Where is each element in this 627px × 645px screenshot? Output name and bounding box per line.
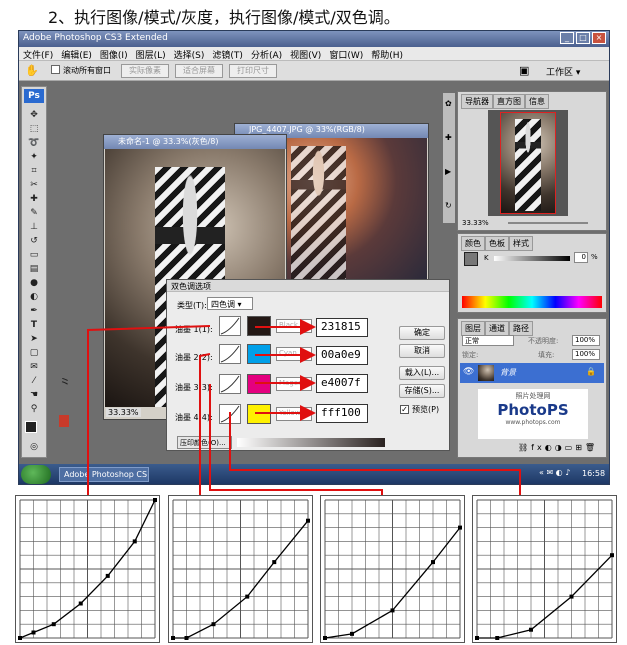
curve-point bbox=[153, 498, 157, 502]
curve-graph-3 bbox=[320, 495, 465, 643]
curve-point bbox=[51, 622, 56, 627]
curve-point bbox=[458, 525, 462, 530]
curve-graph-1-svg bbox=[18, 498, 157, 640]
curve-graph-4-svg bbox=[475, 499, 614, 640]
curve-point bbox=[272, 560, 277, 565]
curve-point bbox=[431, 560, 435, 565]
curve-point bbox=[105, 573, 110, 578]
curve-point bbox=[171, 636, 175, 640]
curve-point bbox=[31, 630, 36, 635]
curve-point bbox=[529, 627, 533, 632]
curve-point bbox=[495, 636, 500, 640]
curve-point bbox=[211, 622, 216, 627]
curve-point bbox=[306, 518, 310, 523]
curve-point bbox=[245, 594, 250, 599]
curve-point bbox=[184, 636, 189, 640]
curve-point bbox=[78, 601, 83, 606]
curve-point bbox=[569, 594, 574, 599]
curve-point bbox=[18, 636, 22, 640]
curve-point bbox=[350, 631, 354, 636]
curve-point bbox=[132, 539, 137, 544]
curve-point bbox=[323, 636, 327, 640]
curve-graph-3-svg bbox=[323, 499, 462, 640]
curve-graph-1 bbox=[15, 495, 160, 643]
curve-point bbox=[390, 608, 395, 613]
curve-graph-2 bbox=[168, 495, 313, 643]
curve-point bbox=[610, 553, 614, 558]
curve-graph-2-svg bbox=[171, 499, 310, 640]
curve-graph-4 bbox=[472, 495, 617, 643]
curve-point bbox=[475, 636, 479, 640]
